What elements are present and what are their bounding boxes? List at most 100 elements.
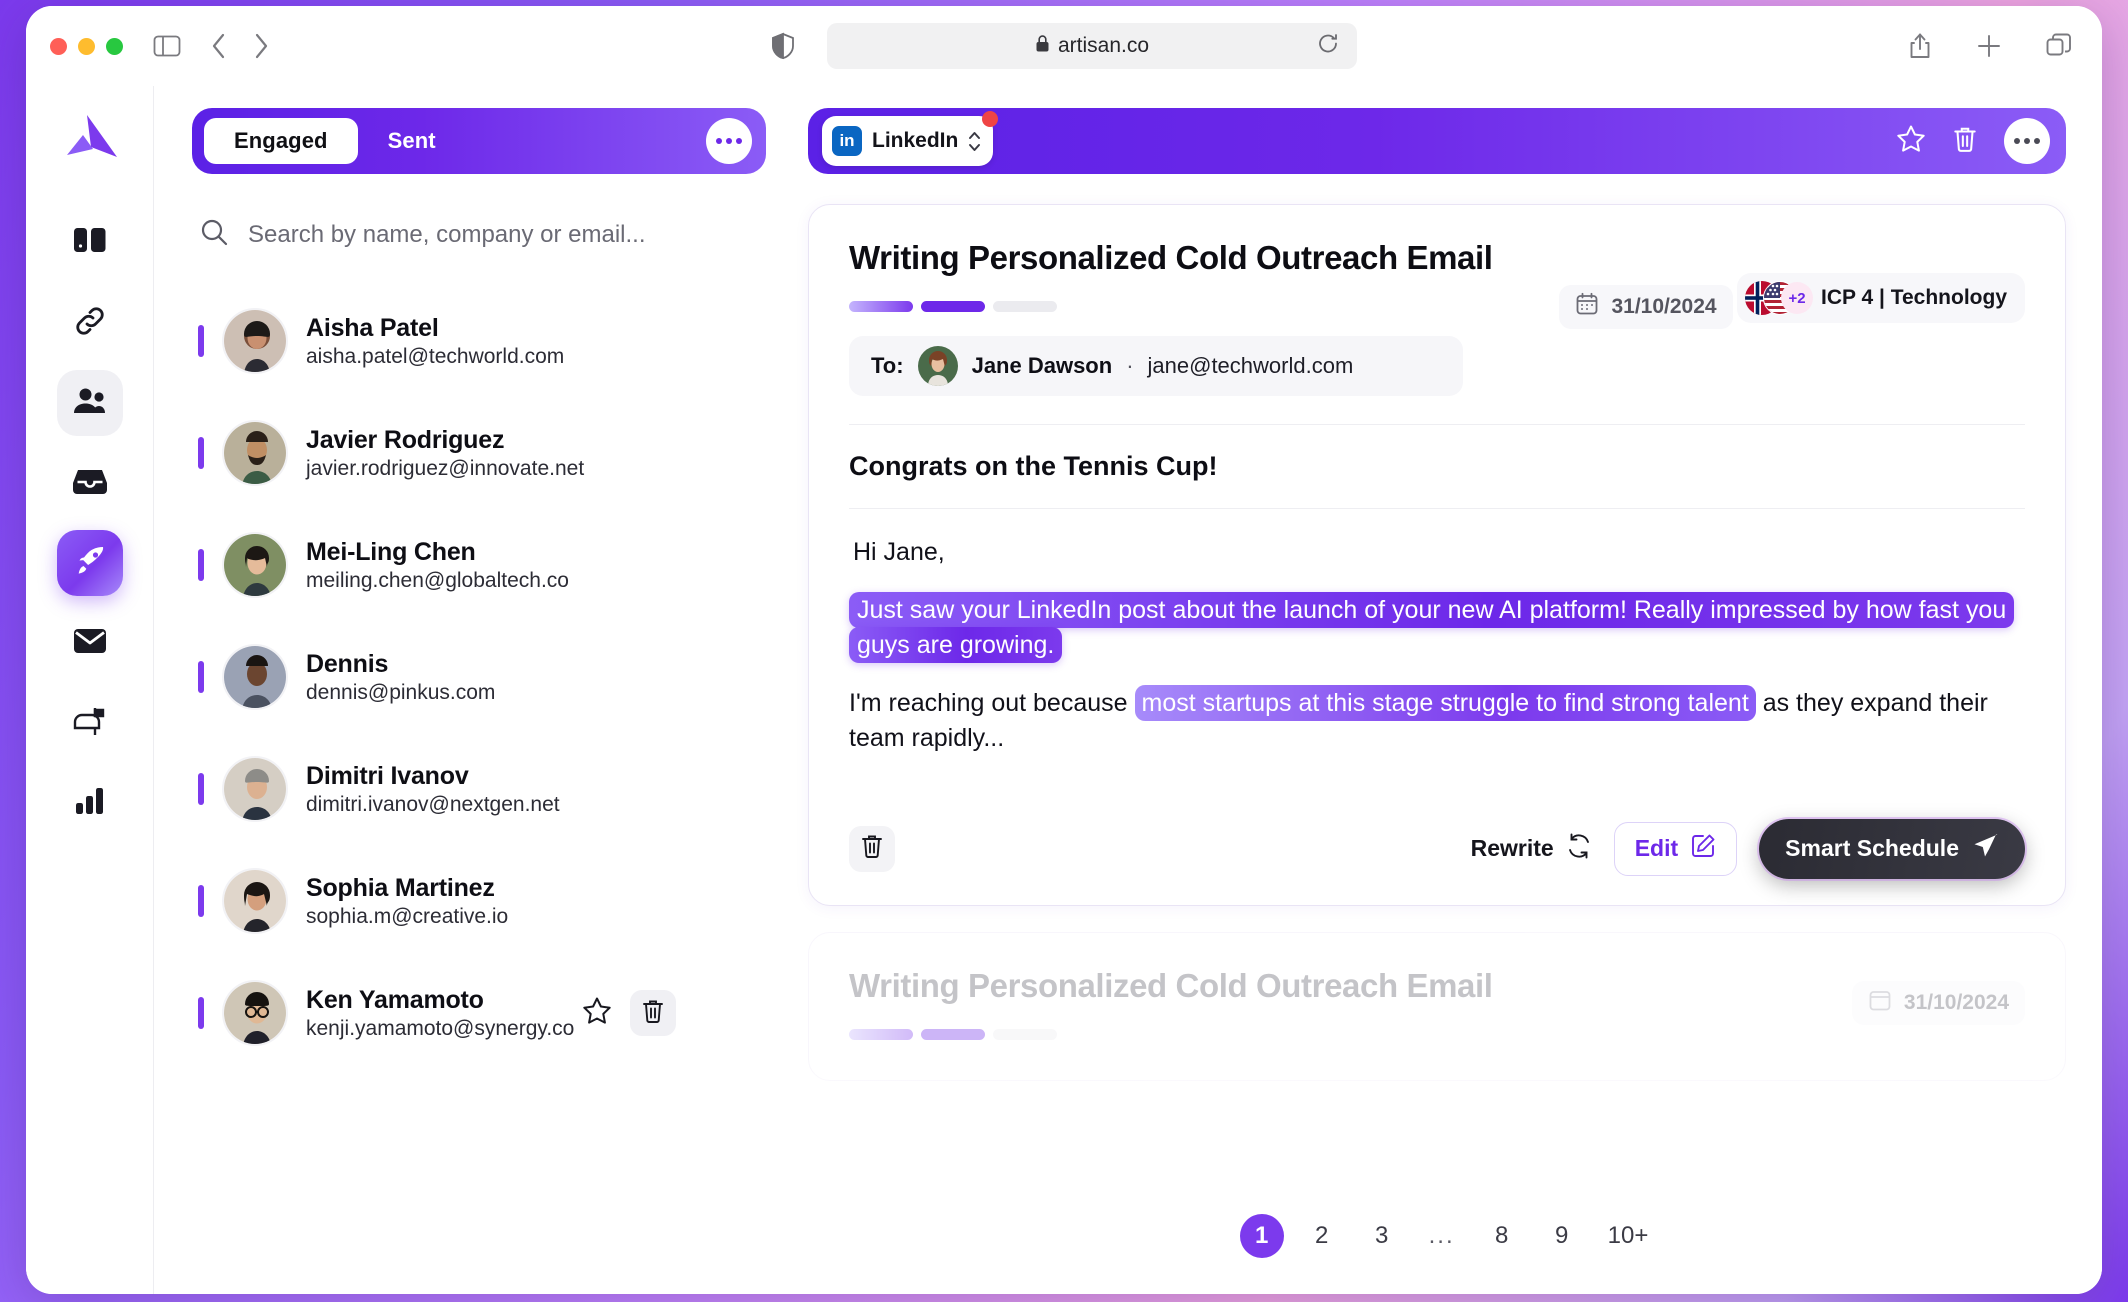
unread-indicator bbox=[198, 885, 204, 917]
email-card-footer: Rewrite Edit Smart Schedule bbox=[849, 757, 2025, 905]
sidebar-item-campaigns[interactable] bbox=[56, 530, 123, 596]
sidebar-item-contacts[interactable] bbox=[56, 370, 123, 436]
browser-toolbar: artisan.co bbox=[26, 6, 2102, 86]
avatar bbox=[222, 980, 288, 1046]
smart-schedule-button[interactable]: Smart Schedule bbox=[1759, 818, 2025, 879]
sidebar-item-mailbox[interactable] bbox=[57, 690, 123, 756]
up-down-chevron-icon[interactable] bbox=[968, 131, 981, 152]
contact-email: meiling.chen@globaltech.co bbox=[306, 568, 569, 592]
progress-steps bbox=[849, 1028, 2025, 1040]
share-icon[interactable] bbox=[1908, 32, 1932, 60]
delete-email-button[interactable] bbox=[849, 825, 895, 872]
progress-segment bbox=[993, 1028, 1057, 1040]
star-icon[interactable] bbox=[582, 996, 612, 1031]
ellipsis-icon bbox=[2034, 138, 2040, 144]
list-tabbar: Engaged Sent bbox=[192, 108, 766, 174]
sidebar-item-email[interactable] bbox=[57, 610, 123, 676]
paragraph-2-pre: I'm reaching out because bbox=[849, 688, 1135, 717]
edit-button[interactable]: Edit bbox=[1613, 821, 1738, 876]
page-button-3[interactable]: 3 bbox=[1360, 1214, 1404, 1258]
sidebar-item-analytics[interactable] bbox=[57, 770, 123, 836]
ellipsis-icon bbox=[2014, 138, 2020, 144]
delete-contact-button[interactable] bbox=[630, 990, 676, 1036]
tab-sent[interactable]: Sent bbox=[358, 118, 466, 164]
progress-segment bbox=[921, 1028, 985, 1040]
contact-email: dimitri.ivanov@nextgen.net bbox=[306, 792, 560, 816]
icp-badge: +2 ICP 4 | Technology bbox=[1737, 273, 2025, 323]
email-subject: Congrats on the Tennis Cup! bbox=[849, 451, 1218, 481]
email-date: 31/10/2024 bbox=[1903, 990, 2009, 1014]
contact-name: Sophia Martinez bbox=[306, 873, 495, 902]
progress-segment bbox=[849, 1028, 913, 1040]
tab-overview-icon[interactable] bbox=[2046, 33, 2072, 59]
sidebar-toggle-icon[interactable] bbox=[153, 34, 181, 58]
avatar bbox=[222, 644, 288, 710]
list-more-button[interactable] bbox=[706, 118, 752, 164]
page-button-9[interactable]: 9 bbox=[1540, 1214, 1584, 1258]
page-button-8[interactable]: 8 bbox=[1480, 1214, 1524, 1258]
address-bar[interactable]: artisan.co bbox=[827, 23, 1357, 69]
list-item[interactable]: Ken Yamamoto kenji.yamamoto@synergy.co bbox=[192, 957, 766, 1069]
link-icon bbox=[73, 304, 107, 343]
page-button-2[interactable]: 2 bbox=[1300, 1214, 1344, 1258]
list-item[interactable]: Dennis dennis@pinkus.com bbox=[192, 621, 766, 733]
list-item[interactable]: Javier Rodriguez javier.rodriguez@innova… bbox=[192, 397, 766, 509]
dashboard-cards-icon bbox=[73, 225, 107, 262]
shield-icon[interactable] bbox=[771, 32, 795, 60]
artisan-logo[interactable] bbox=[59, 108, 121, 170]
back-button[interactable] bbox=[211, 33, 227, 59]
sidebar-item-dashboard[interactable] bbox=[57, 210, 123, 276]
contact-name: Dimitri Ivanov bbox=[306, 761, 469, 790]
contact-email: kenji.yamamoto@synergy.co bbox=[306, 1016, 575, 1040]
trash-icon bbox=[641, 998, 665, 1029]
plus-icon[interactable] bbox=[1976, 33, 2002, 59]
recipient-name: Jane Dawson bbox=[971, 353, 1113, 378]
close-window-button[interactable] bbox=[50, 37, 67, 55]
email-greeting: Hi Jane, bbox=[853, 538, 945, 566]
channel-selector[interactable]: in LinkedIn bbox=[822, 111, 999, 166]
search-input[interactable] bbox=[248, 220, 760, 249]
progress-segment bbox=[921, 301, 985, 312]
list-item[interactable]: Sophia Martinez sophia.m@creative.io bbox=[192, 845, 766, 957]
envelope-icon bbox=[73, 627, 107, 660]
list-item[interactable]: Mei-Ling Chen meiling.chen@globaltech.co bbox=[192, 509, 766, 621]
recipient-row[interactable]: To: Jane Dawson · jane@techworld.com bbox=[849, 336, 1464, 396]
forward-button[interactable] bbox=[253, 33, 269, 59]
sidebar-item-integrations[interactable] bbox=[57, 290, 123, 356]
ellipsis-icon bbox=[2024, 138, 2030, 144]
email-card-next[interactable]: Writing Personalized Cold Outreach Email… bbox=[808, 931, 2066, 1081]
pane-header: in LinkedIn bbox=[808, 108, 2066, 174]
search-icon bbox=[200, 218, 228, 251]
channel-label: LinkedIn bbox=[872, 129, 959, 152]
sidebar-item-inbox[interactable] bbox=[57, 450, 123, 516]
tab-engaged[interactable]: Engaged bbox=[204, 118, 358, 164]
recipient-separator: · bbox=[1126, 353, 1134, 378]
address-bar-url: artisan.co bbox=[1057, 34, 1150, 57]
list-item[interactable]: Aisha Patel aisha.patel@techworld.com bbox=[192, 285, 766, 397]
page-button-10plus[interactable]: 10+ bbox=[1600, 1214, 1657, 1258]
contact-name: Dennis bbox=[306, 649, 389, 678]
progress-segment bbox=[849, 301, 913, 312]
reload-icon[interactable] bbox=[1317, 33, 1339, 60]
trash-icon[interactable] bbox=[1952, 125, 1978, 158]
maximize-window-button[interactable] bbox=[106, 37, 123, 55]
page-title: Writing Personalized Cold Outreach Email bbox=[849, 966, 1493, 1004]
minimize-window-button[interactable] bbox=[78, 37, 95, 55]
star-icon[interactable] bbox=[1896, 124, 1926, 159]
navigation-buttons[interactable] bbox=[211, 33, 269, 59]
email-body[interactable]: Hi Jane, Just saw your LinkedIn post abo… bbox=[849, 509, 2025, 757]
pane-more-button[interactable] bbox=[2004, 118, 2050, 164]
desktop-background: artisan.co Engaged Sent Search by name, … bbox=[0, 0, 2128, 1302]
date-badge: 31/10/2024 bbox=[1851, 980, 2025, 1025]
rewrite-button[interactable]: Rewrite bbox=[1471, 833, 1592, 865]
divider bbox=[849, 424, 2025, 425]
contact-list-column: Engaged Sent Search by name, company or … bbox=[154, 86, 794, 1294]
trash-icon bbox=[860, 833, 884, 864]
contact-name: Mei-Ling Chen bbox=[306, 537, 476, 566]
send-icon bbox=[1973, 833, 1999, 865]
page-button-1[interactable]: 1 bbox=[1239, 1214, 1284, 1258]
list-item[interactable]: Dimitri Ivanov dimitri.ivanov@nextgen.ne… bbox=[192, 733, 766, 845]
window-controls[interactable] bbox=[50, 37, 123, 55]
search-row bbox=[192, 218, 766, 251]
pencil-square-icon bbox=[1690, 833, 1716, 865]
